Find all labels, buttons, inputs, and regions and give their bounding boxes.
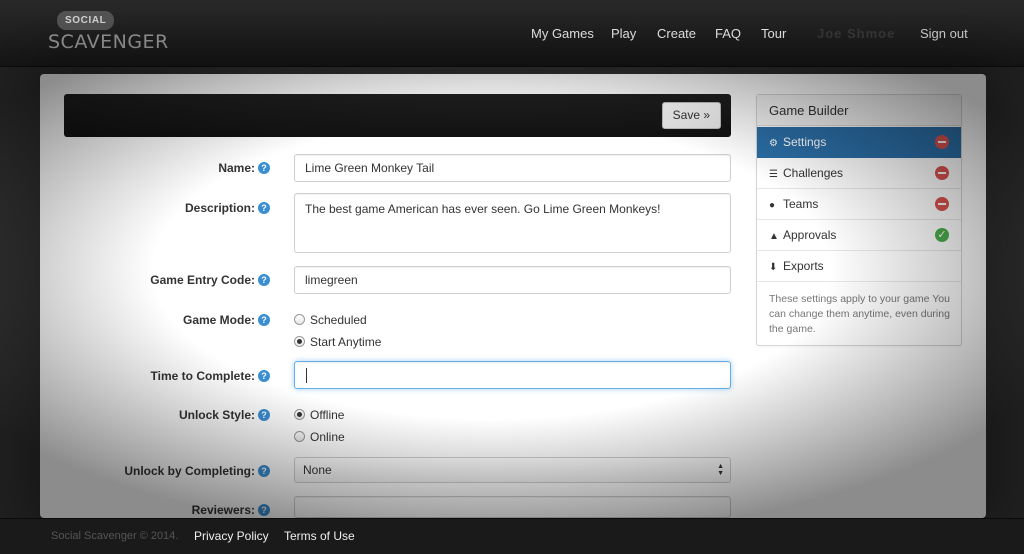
help-icon[interactable]: ?: [258, 409, 270, 421]
reviewers-label: Reviewers:?: [50, 503, 270, 517]
download-icon: ⬇: [769, 262, 778, 273]
entry-code-label: Game Entry Code:?: [50, 273, 270, 287]
help-icon[interactable]: ?: [258, 370, 270, 382]
nav-faq[interactable]: FAQ: [715, 26, 741, 41]
panel-title: Game Builder: [757, 95, 961, 126]
sidebar-item-teams[interactable]: ● Teams: [757, 189, 961, 220]
save-button[interactable]: Save »: [661, 102, 721, 129]
radio-offline[interactable]: [294, 409, 305, 420]
select-arrows-icon: ▲ ▼: [717, 463, 724, 477]
brand-social: SOCIAL: [57, 11, 115, 30]
user-icon: ●: [769, 200, 776, 211]
footer-privacy-link[interactable]: Privacy Policy: [194, 529, 269, 543]
nav-tour[interactable]: Tour: [761, 26, 786, 41]
nav-create[interactable]: Create: [657, 26, 696, 41]
help-icon[interactable]: ?: [258, 465, 270, 477]
help-icon[interactable]: ?: [258, 274, 270, 286]
nav-user-name[interactable]: Joe Shmoe: [817, 26, 895, 41]
footer-copyright: Social Scavenger © 2014.: [51, 530, 179, 542]
sidebar-item-challenges[interactable]: ☰ Challenges: [757, 158, 961, 189]
incomplete-status-icon: [935, 166, 949, 180]
incomplete-status-icon: [935, 135, 949, 149]
game-builder-panel: Game Builder ⚙ Settings ☰ Challenges ● Team…: [756, 94, 962, 346]
radio-scheduled[interactable]: [294, 314, 305, 325]
name-input[interactable]: Lime Green Monkey Tail: [294, 154, 731, 182]
gear-icon: ⚙: [769, 138, 778, 149]
thumbs-up-icon: ▲: [769, 231, 779, 242]
unlock-by-completing-select[interactable]: None ▲ ▼: [294, 457, 731, 483]
unlock-style-label: Unlock Style:?: [50, 408, 270, 422]
sidebar-item-exports[interactable]: ⬇ Exports: [757, 251, 961, 282]
sidebar-item-approvals[interactable]: ▲ Approvals ✓: [757, 220, 961, 251]
reviewers-input[interactable]: [294, 496, 731, 518]
help-icon[interactable]: ?: [258, 314, 270, 326]
list-icon: ☰: [769, 169, 778, 180]
game-mode-label: Game Mode:?: [50, 313, 270, 327]
help-icon[interactable]: ?: [258, 504, 270, 516]
sidebar-item-settings[interactable]: ⚙ Settings: [757, 127, 961, 158]
text-caret: [306, 368, 307, 383]
nav-sign-out[interactable]: Sign out: [920, 26, 968, 41]
description-label: Description:?: [50, 201, 270, 215]
help-icon[interactable]: ?: [258, 202, 270, 214]
panel-note: These settings apply to your game You ca…: [769, 293, 950, 335]
radio-start-anytime[interactable]: [294, 336, 305, 347]
brand-logo[interactable]: SOCIAL SCAVENGER: [48, 11, 169, 53]
complete-status-icon: ✓: [935, 228, 949, 242]
help-icon[interactable]: ?: [258, 162, 270, 174]
top-navbar: SOCIAL SCAVENGER My Games Play Create FA…: [0, 0, 1024, 67]
nav-my-games[interactable]: My Games: [531, 26, 594, 41]
time-to-complete-label: Time to Complete:?: [50, 369, 270, 383]
radio-online[interactable]: [294, 431, 305, 442]
time-to-complete-input[interactable]: [294, 361, 731, 389]
footer: Social Scavenger © 2014. Privacy Policy …: [0, 518, 1024, 554]
description-textarea[interactable]: The best game American has ever seen. Go…: [294, 193, 731, 253]
incomplete-status-icon: [935, 197, 949, 211]
unlock-by-completing-label: Unlock by Completing:?: [50, 464, 270, 478]
nav-play[interactable]: Play: [611, 26, 636, 41]
form-toolbar: Save »: [64, 94, 731, 137]
brand-scavenger: SCAVENGER: [48, 31, 169, 53]
name-label: Name:?: [50, 161, 270, 175]
footer-terms-link[interactable]: Terms of Use: [284, 529, 355, 543]
entry-code-input[interactable]: limegreen: [294, 266, 731, 294]
